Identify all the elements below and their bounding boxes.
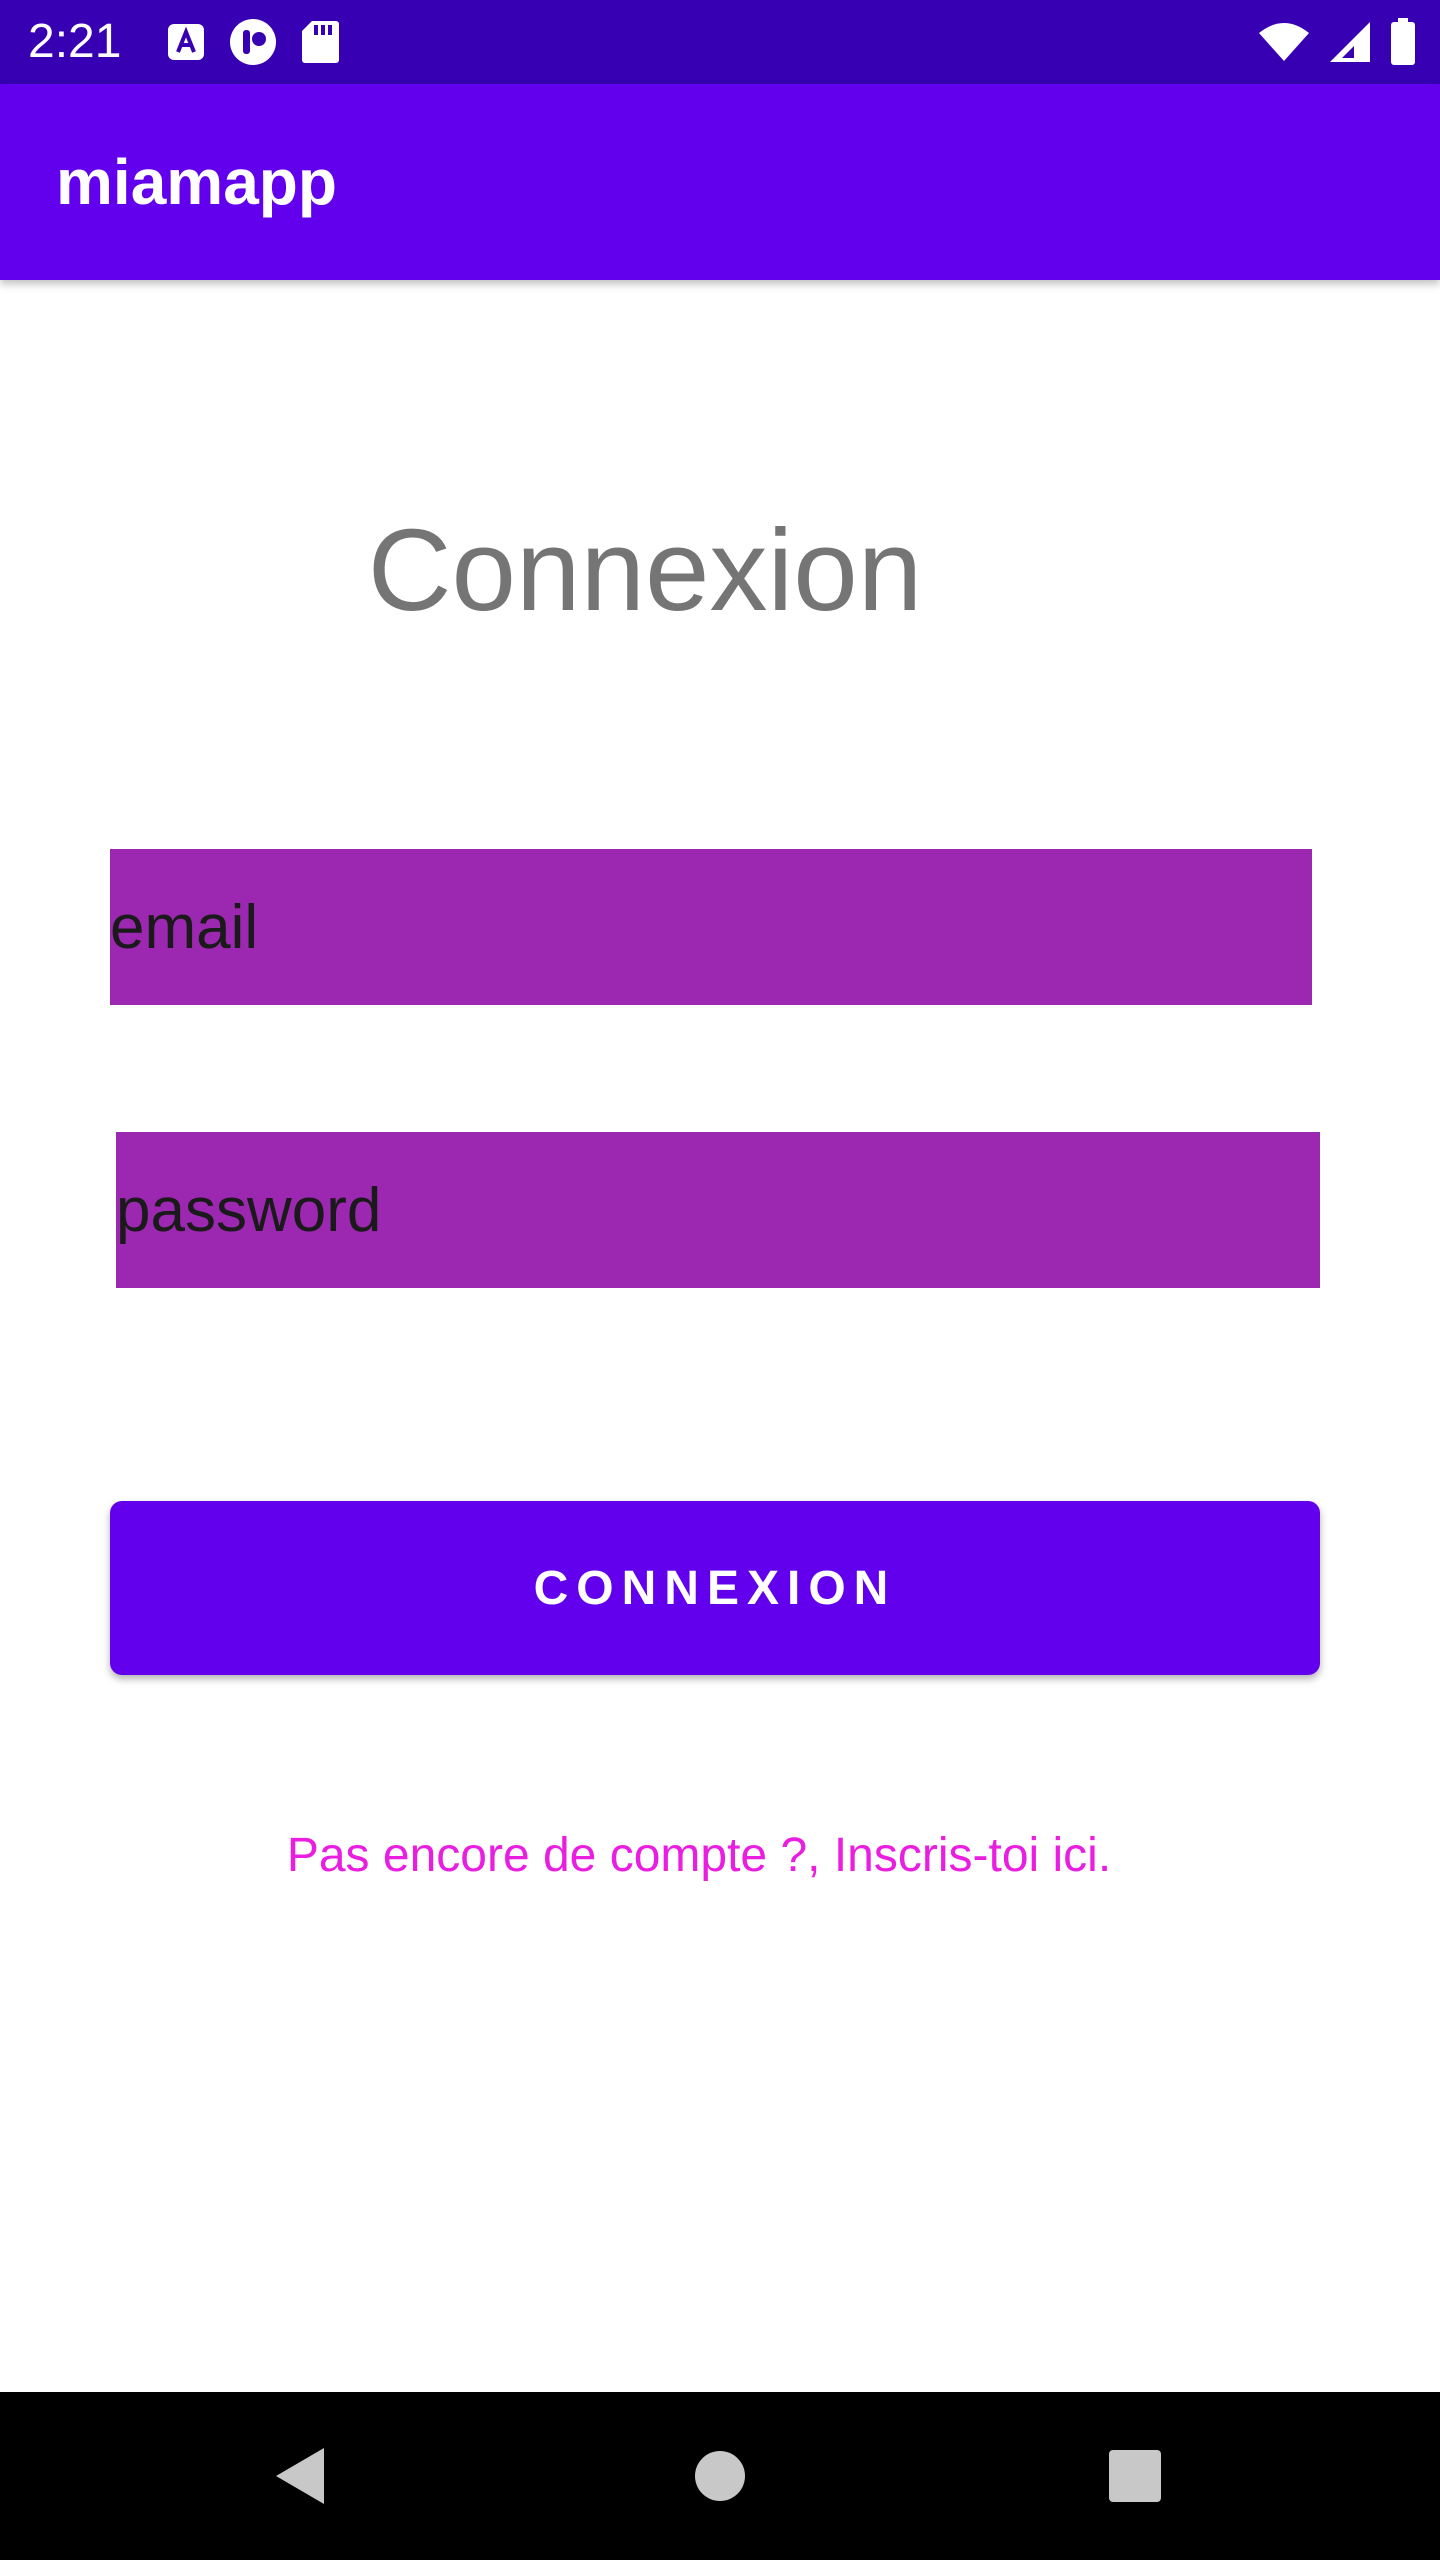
signup-link[interactable]: Pas encore de compte ?, Inscris-toi ici.: [0, 1826, 1398, 1886]
status-bar: 2:21: [0, 0, 1440, 84]
back-icon: [276, 2448, 324, 2504]
notification-app-icon: [228, 17, 278, 67]
login-screen: 2:21 miamapp Connexion email CONNEXION P…: [0, 0, 1440, 2560]
app-bar: miamapp: [0, 84, 1440, 280]
login-button[interactable]: CONNEXION: [110, 1501, 1320, 1675]
back-button[interactable]: [260, 2436, 340, 2516]
battery-icon: [1390, 18, 1416, 66]
navigation-bar: [0, 2392, 1440, 2560]
sd-card-icon: [300, 19, 340, 65]
accessibility-font-icon: [166, 22, 206, 62]
home-icon: [695, 2451, 745, 2501]
status-time: 2:21: [28, 15, 122, 68]
recents-icon: [1109, 2450, 1161, 2502]
email-field[interactable]: [110, 849, 1312, 1005]
password-field[interactable]: [116, 1132, 1320, 1288]
recents-button[interactable]: [1095, 2436, 1175, 2516]
app-title: miamapp: [56, 146, 337, 218]
signal-icon: [1328, 20, 1372, 64]
home-button[interactable]: [680, 2436, 760, 2516]
page-title: Connexion: [367, 505, 923, 635]
status-system-icons: [1258, 18, 1416, 66]
wifi-icon: [1258, 21, 1310, 63]
status-notification-icons: [166, 18, 340, 66]
